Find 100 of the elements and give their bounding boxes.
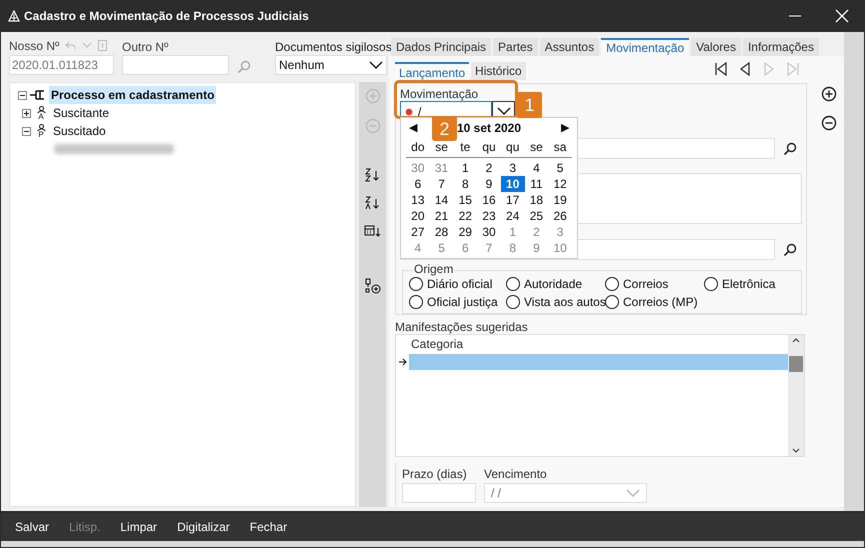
calendar-day[interactable]: 2 [524,224,548,240]
sort-by-date-icon[interactable] [364,224,382,238]
dropdown[interactable]: Nenhum [275,55,387,75]
tree-item[interactable]: Suscitante [53,104,110,122]
calendar-day[interactable]: 30 [477,224,501,240]
calendar-day[interactable]: 28 [430,224,454,240]
close-icon[interactable] [835,9,849,23]
chevron-down-icon [369,60,383,70]
calendar-day[interactable]: 3 [548,224,572,240]
footer-button[interactable]: Limpar [120,518,158,536]
calendar-day[interactable]: 25 [524,208,548,224]
row-pointer-icon [398,358,408,366]
calendar-day[interactable]: 6 [453,240,478,256]
tab[interactable]: Informações [742,38,819,56]
calendar-day[interactable]: 15 [453,192,478,208]
calendar-day[interactable]: 21 [430,208,454,224]
calendar-day[interactable]: 5 [548,160,572,176]
calendar-day[interactable]: 29 [453,224,478,240]
chevron-down-icon [82,42,92,49]
calendar-day[interactable]: 4 [406,240,430,256]
calendar-day[interactable]: 30 [406,160,430,176]
scrollbar-thumb[interactable] [789,356,803,372]
scroll-up-icon[interactable] [792,338,800,343]
calendar-day[interactable]: 3 [500,160,525,176]
tab[interactable]: Assuntos [540,38,600,56]
tab[interactable]: Movimentação [601,38,690,56]
collapse-icon[interactable] [18,90,27,100]
radio-option[interactable]: Correios [605,276,704,292]
calendar-day[interactable]: 11 [524,176,548,192]
tab[interactable]: Dados Principais [391,38,492,56]
radio-option[interactable]: Diário oficial [409,276,506,292]
calendar-day[interactable]: 10 [500,176,525,192]
expand-icon[interactable] [22,108,31,118]
radio-option[interactable]: Autoridade [506,276,605,292]
calendar-day[interactable]: 19 [548,192,572,208]
radio-option[interactable]: Vista aos autos [506,294,605,310]
calendar-day[interactable]: 6 [406,176,430,192]
field-label: Movimentação [400,88,480,101]
remove-icon[interactable] [821,115,837,131]
calendar-day[interactable]: 4 [524,160,548,176]
date-field[interactable]: / / [484,483,647,504]
calendar-day[interactable]: 1 [453,160,478,176]
radio-option[interactable]: Eletrônica [704,276,799,292]
calendar-day[interactable]: 20 [406,208,430,224]
calendar-day[interactable]: 12 [548,176,572,192]
calendar-day[interactable]: 8 [500,240,525,256]
sort-ascending-icon[interactable] [364,168,382,182]
text-field[interactable] [122,55,229,75]
footer-button[interactable]: Fechar [250,518,288,536]
calendar-day[interactable]: 24 [500,208,525,224]
tree-item[interactable]: Processo em cadastramento [49,86,216,104]
calendar-day[interactable]: 16 [477,192,501,208]
number-field[interactable] [402,483,476,504]
previous-record-icon[interactable] [738,62,752,76]
calendar-day[interactable]: 7 [430,176,454,192]
radio-option[interactable]: Correios (MP) [605,294,704,310]
calendar-day[interactable]: 5 [430,240,454,256]
calendar-day[interactable]: 14 [430,192,454,208]
add-filter-icon[interactable] [364,278,382,294]
calendar-day[interactable]: 17 [500,192,525,208]
number-field[interactable]: 2020.01.011823 [9,55,114,75]
radio-option[interactable]: Oficial justiça [409,294,506,310]
footer-button[interactable]: Digitalizar [177,518,230,536]
tab[interactable]: Lançamento [395,62,470,80]
collapse-icon[interactable] [22,126,31,136]
calendar-day[interactable]: 10 [548,240,572,256]
calendar-day[interactable]: 2 [477,160,501,176]
footer-button[interactable]: Salvar [15,518,50,536]
tab[interactable]: Partes [493,38,538,56]
calendar-day[interactable]: 31 [430,160,454,176]
process-icon [30,90,46,100]
tab[interactable]: Histórico [471,62,526,80]
next-month-button[interactable]: ▶ [561,120,569,136]
search-icon[interactable] [783,142,797,156]
calendar-day[interactable]: 23 [477,208,501,224]
calendar-day[interactable]: 22 [453,208,478,224]
search-icon[interactable] [783,242,797,256]
calendar-day[interactable]: 13 [406,192,430,208]
tab[interactable]: Valores [691,38,741,56]
scroll-down-icon[interactable] [792,448,800,454]
weekday-label: te [459,139,472,156]
weekday-label: do [410,139,426,156]
field-label: Outro Nº [122,39,170,53]
add-icon[interactable] [821,86,837,102]
info-icon [98,40,108,51]
calendar-day[interactable]: 9 [524,240,548,256]
weekday-label: sa [552,139,568,156]
calendar-day[interactable]: 18 [524,192,548,208]
calendar-day[interactable]: 9 [477,176,501,192]
calendar-day[interactable]: 26 [548,208,572,224]
calendar-day[interactable]: 27 [406,224,430,240]
calendar-day[interactable]: 8 [453,176,478,192]
first-record-icon[interactable] [714,62,728,76]
previous-month-button[interactable]: ◀ [409,120,417,136]
tree-item[interactable]: Suscitado [53,122,106,140]
chevron-down-icon [496,107,510,116]
sort-descending-icon[interactable] [364,196,382,210]
field-label: Prazo (dias) [402,468,468,482]
calendar-day[interactable]: 7 [477,240,501,256]
calendar-day[interactable]: 1 [500,224,525,240]
